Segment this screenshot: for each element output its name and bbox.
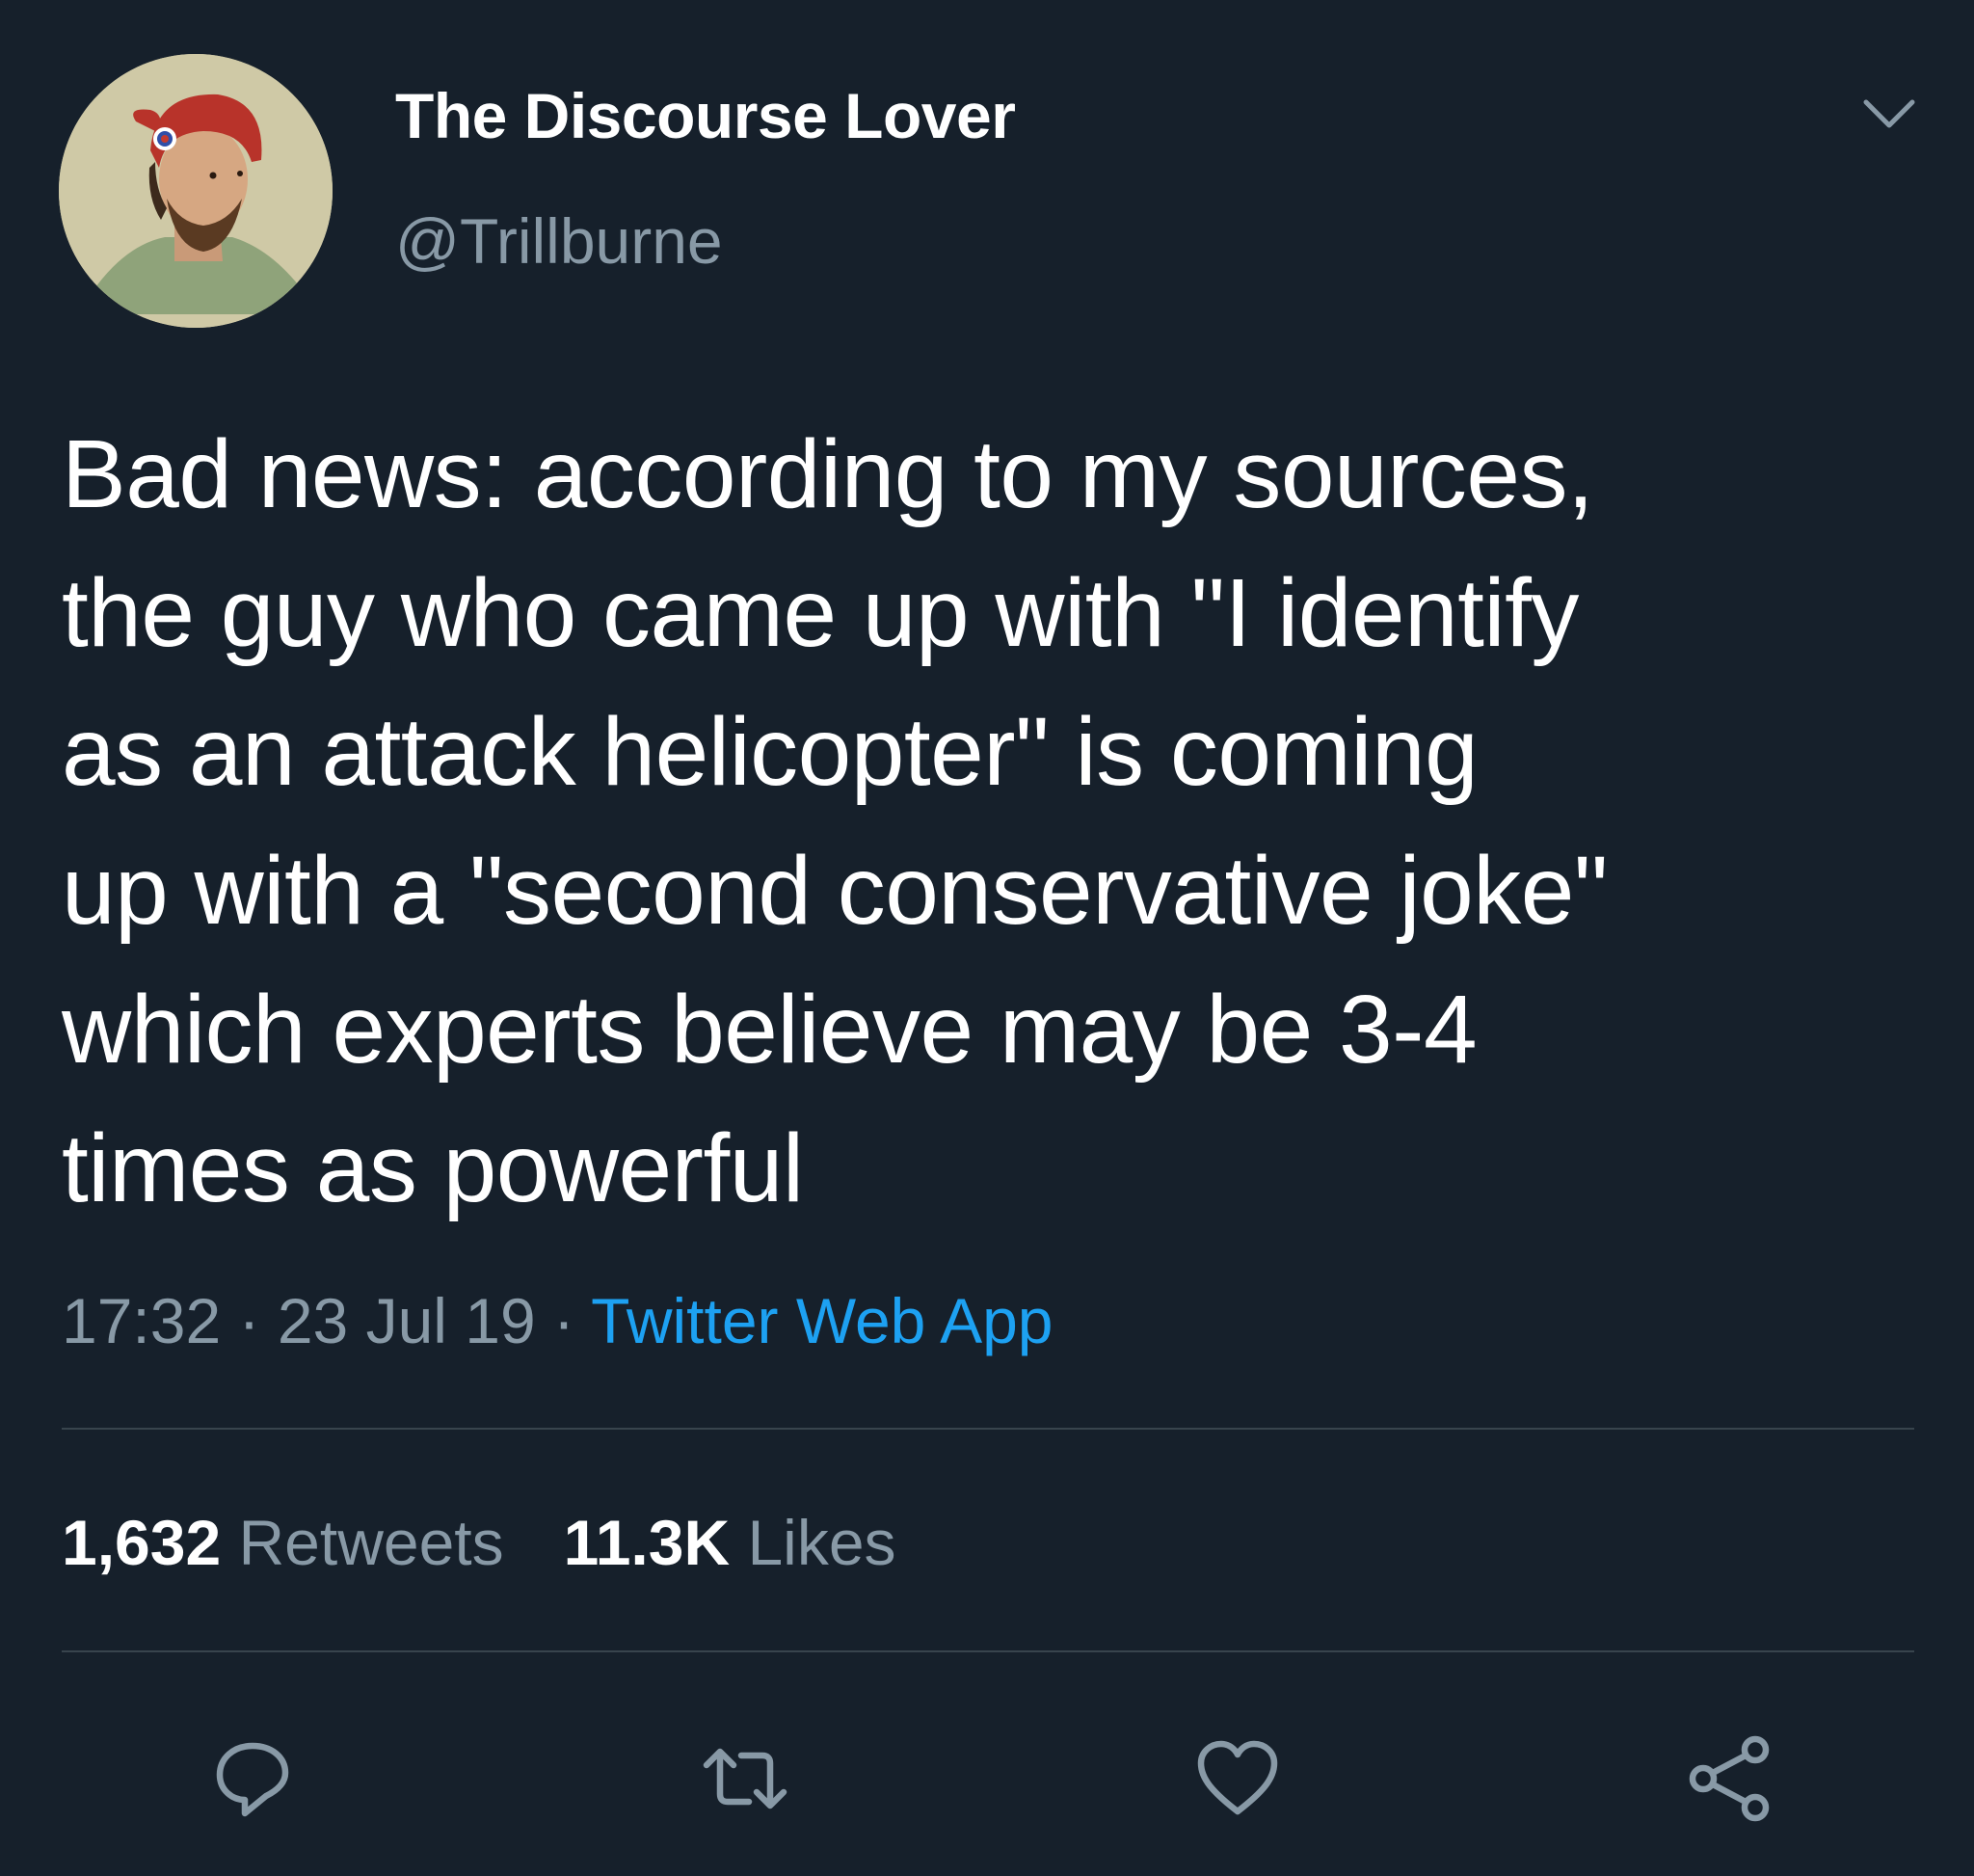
share-button[interactable] <box>1677 1726 1783 1832</box>
reply-button[interactable] <box>200 1726 306 1832</box>
tweet-text-line: up with a "second conservative joke" <box>62 837 1608 945</box>
tweet-text-line: which experts believe may be 3-4 <box>62 976 1478 1084</box>
author-handle[interactable]: @Trillburne <box>395 204 723 278</box>
chevron-down-icon[interactable] <box>1858 89 1920 139</box>
tweet-source-link[interactable]: Twitter Web App <box>591 1285 1053 1356</box>
retweets-stat[interactable]: 1,632 Retweets <box>62 1507 504 1578</box>
divider <box>62 1428 1914 1430</box>
likes-count: 11.3K <box>563 1507 731 1578</box>
avatar[interactable] <box>59 54 333 328</box>
retweets-label: Retweets <box>238 1507 504 1578</box>
tweet-text-line: times as powerful <box>62 1114 804 1222</box>
tweet-date[interactable]: 23 Jul 19 <box>278 1285 536 1356</box>
share-icon <box>1689 1735 1770 1822</box>
tweet-text-line: as an attack helicopter" is coming <box>62 698 1479 806</box>
tweet-text-line: Bad news: according to my sources, <box>62 420 1594 528</box>
tweet-text: Bad news: according to my sources, the g… <box>62 405 1922 1238</box>
tweet-text-line: the guy who came up with "I identify <box>62 559 1579 667</box>
tweet-meta: 17:32 · 23 Jul 19 · Twitter Web App <box>62 1284 1054 1357</box>
heart-icon <box>1197 1740 1278 1815</box>
likes-stat[interactable]: 11.3K Likes <box>564 1507 896 1578</box>
retweet-icon <box>703 1748 787 1809</box>
author-display-name[interactable]: The Discourse Lover <box>395 79 1016 152</box>
tweet-actions <box>0 1726 1974 1832</box>
avatar-portrait-image <box>59 54 333 328</box>
like-button[interactable] <box>1185 1726 1291 1832</box>
retweet-button[interactable] <box>692 1726 798 1832</box>
likes-label: Likes <box>747 1507 896 1578</box>
retweets-count: 1,632 <box>62 1507 222 1578</box>
meta-separator: · <box>221 1285 278 1356</box>
divider <box>62 1650 1914 1652</box>
tweet-detail: The Discourse Lover @Trillburne Bad news… <box>0 0 1974 1876</box>
meta-separator: · <box>535 1285 592 1356</box>
tweet-stats: 1,632 Retweets 11.3K Likes <box>62 1506 896 1579</box>
tweet-time[interactable]: 17:32 <box>62 1285 221 1356</box>
reply-icon <box>216 1742 289 1817</box>
